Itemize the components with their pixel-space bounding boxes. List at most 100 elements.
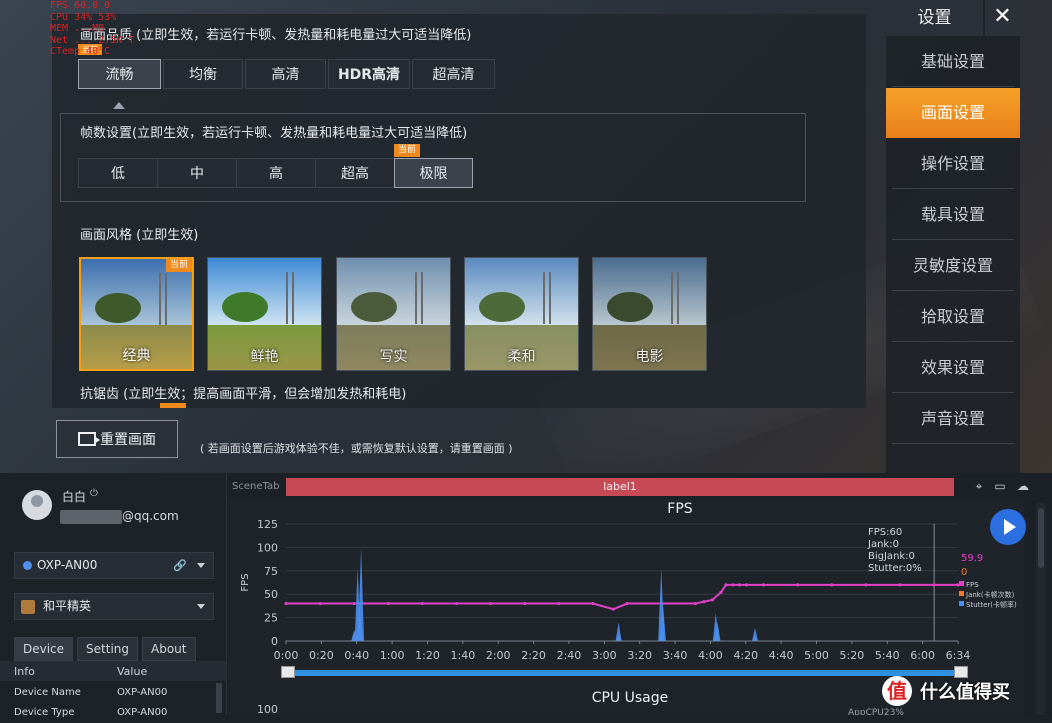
- play-button[interactable]: [990, 509, 1026, 545]
- email-suffix: @qq.com: [122, 509, 179, 523]
- scene-label-bar[interactable]: label1: [286, 478, 954, 496]
- row-value: OXP-AN00: [117, 687, 168, 698]
- sidebar-item-graphics[interactable]: 画面设置: [886, 88, 1020, 138]
- fps-point: [830, 583, 834, 587]
- stutter-spike: [615, 622, 622, 641]
- close-icon[interactable]: ✕: [985, 0, 1020, 36]
- x-tick-label: 0:40: [344, 649, 369, 662]
- fps-point: [693, 601, 697, 606]
- style-preview-tower: [415, 272, 423, 324]
- sidebar-item-controls[interactable]: 操作设置: [892, 139, 1014, 189]
- fps-point: [284, 601, 288, 606]
- current-jank-value: 0: [961, 567, 967, 578]
- style-option-realistic[interactable]: 写实: [336, 257, 451, 371]
- timeline-start-handle[interactable]: [281, 666, 295, 678]
- device-panel: 白白 ⏻ @qq.com OXP-AN00 🔗 和平精英 Device Sett…: [0, 473, 227, 718]
- x-tick-label: 5:00: [804, 649, 829, 662]
- fps-point: [557, 601, 561, 606]
- legend-label: Jank(卡顿次数): [965, 590, 1015, 599]
- style-option-film[interactable]: 电影: [592, 257, 707, 371]
- fps-point: [710, 598, 714, 602]
- scrollbar[interactable]: [216, 683, 222, 713]
- sidebar-item-effects[interactable]: 效果设置: [892, 343, 1014, 393]
- power-icon[interactable]: ⏻: [90, 488, 98, 499]
- framerate-option-low[interactable]: 低: [78, 158, 157, 188]
- style-preview-tree: [479, 292, 525, 322]
- fps-point: [719, 590, 723, 594]
- settings-sidebar: 设置 ✕ 基础设置 画面设置 操作设置 载具设置 灵敏度设置 拾取设置 效果设置…: [886, 0, 1020, 473]
- style-preview-tower: [543, 272, 551, 324]
- reset-label: 重置画面: [100, 432, 156, 448]
- style-label: 经典: [122, 348, 151, 364]
- cloud-icon[interactable]: ☁: [1016, 479, 1030, 493]
- framerate-option-mid[interactable]: 中: [157, 158, 236, 188]
- y-tick-label: 25: [264, 612, 278, 625]
- legend-label: Stutter(卡顿率): [966, 600, 1017, 609]
- fps-point: [611, 607, 616, 611]
- tab-setting[interactable]: Setting: [77, 637, 139, 661]
- stat-stutter: Stutter:0%: [868, 563, 922, 574]
- framerate-option-extreme[interactable]: 极限: [394, 158, 473, 188]
- game-settings-screen: FPS 60.0 0 CPU 34% 53% MEM ...MB Net ...…: [0, 0, 1052, 473]
- framerate-selector: 低 中 高 超高 极限: [78, 158, 473, 188]
- x-tick-label: 4:00: [698, 649, 723, 662]
- fps-point: [724, 583, 728, 587]
- sidebar-item-vehicle[interactable]: 载具设置: [892, 190, 1014, 240]
- quality-title: 画面品质 (立即生效，若运行卡顿、发热量和耗电量过大可适当降低): [80, 28, 472, 43]
- fps-point: [761, 583, 766, 587]
- x-tick-label: 6:00: [910, 649, 935, 662]
- stat-bigjank: BigJank:0: [868, 551, 915, 562]
- fps-point: [523, 601, 527, 606]
- chart-title: FPS: [667, 501, 692, 517]
- sidebar-item-sensitivity[interactable]: 灵敏度设置: [892, 241, 1014, 291]
- framerate-option-high[interactable]: 高: [236, 158, 315, 188]
- x-tick-label: 0:20: [309, 649, 334, 662]
- timeline-end-handle[interactable]: [954, 666, 968, 678]
- quality-option-ultra[interactable]: 超高清: [412, 59, 495, 89]
- fps-point: [318, 601, 322, 606]
- tab-device[interactable]: Device: [14, 637, 74, 661]
- quality-option-smooth[interactable]: 流畅: [78, 59, 161, 89]
- sidebar-item-pickup[interactable]: 拾取设置: [892, 292, 1014, 342]
- device-dropdown[interactable]: OXP-AN00 🔗: [14, 552, 214, 579]
- quality-option-hd[interactable]: 高清: [245, 59, 326, 89]
- x-tick-label: 5:20: [840, 649, 865, 662]
- chart-scrollbar[interactable]: [1036, 503, 1046, 715]
- cpu-corner-text: AppCPU23%: [848, 708, 904, 715]
- email-redacted: [60, 510, 122, 524]
- fps-point: [738, 583, 742, 587]
- value-col-header: Value: [117, 665, 148, 678]
- sidebar-item-basic[interactable]: 基础设置: [892, 37, 1014, 87]
- x-tick-label: 0:00: [274, 649, 299, 662]
- style-option-vivid[interactable]: 鲜艳: [207, 257, 322, 371]
- y-tick-label: 75: [264, 565, 278, 578]
- style-option-soft[interactable]: 柔和: [464, 257, 579, 371]
- reset-graphics-button[interactable]: 重置画面: [56, 420, 178, 458]
- quality-option-hdr[interactable]: HDR高清: [328, 59, 410, 89]
- timeline-slider[interactable]: [288, 670, 956, 676]
- fps-point: [454, 601, 459, 606]
- quality-option-balanced[interactable]: 均衡: [163, 59, 243, 89]
- row-key: Device Name: [14, 687, 81, 698]
- info-col-header: Info: [14, 665, 35, 678]
- link-icon[interactable]: 🔗: [173, 553, 187, 578]
- y-tick-label: 100: [257, 541, 278, 554]
- tab-about[interactable]: About: [142, 637, 196, 661]
- avatar[interactable]: [22, 490, 52, 520]
- framerate-option-ultra[interactable]: 超高: [315, 158, 394, 188]
- x-tick-label: 1:20: [415, 649, 440, 662]
- folder-icon[interactable]: ▭: [993, 479, 1007, 493]
- cpu-chart-title: CPU Usage: [592, 690, 669, 706]
- reset-icon: [78, 432, 100, 446]
- location-icon[interactable]: ⌖: [972, 479, 986, 493]
- scrollbar-thumb[interactable]: [1038, 508, 1044, 568]
- style-preview-tree: [607, 292, 653, 322]
- app-dropdown[interactable]: 和平精英: [14, 593, 214, 620]
- antialias-badge-edge: [160, 403, 186, 408]
- style-option-classic[interactable]: 当前 经典: [79, 257, 194, 371]
- perf-overlay: FPS 60.0 0 CPU 34% 53% MEM ...MB Net ...…: [50, 0, 134, 58]
- x-tick-label: 1:40: [450, 649, 475, 662]
- style-label: 柔和: [507, 349, 536, 365]
- sidebar-item-sound[interactable]: 声音设置: [892, 394, 1014, 444]
- game-icon: [21, 600, 35, 614]
